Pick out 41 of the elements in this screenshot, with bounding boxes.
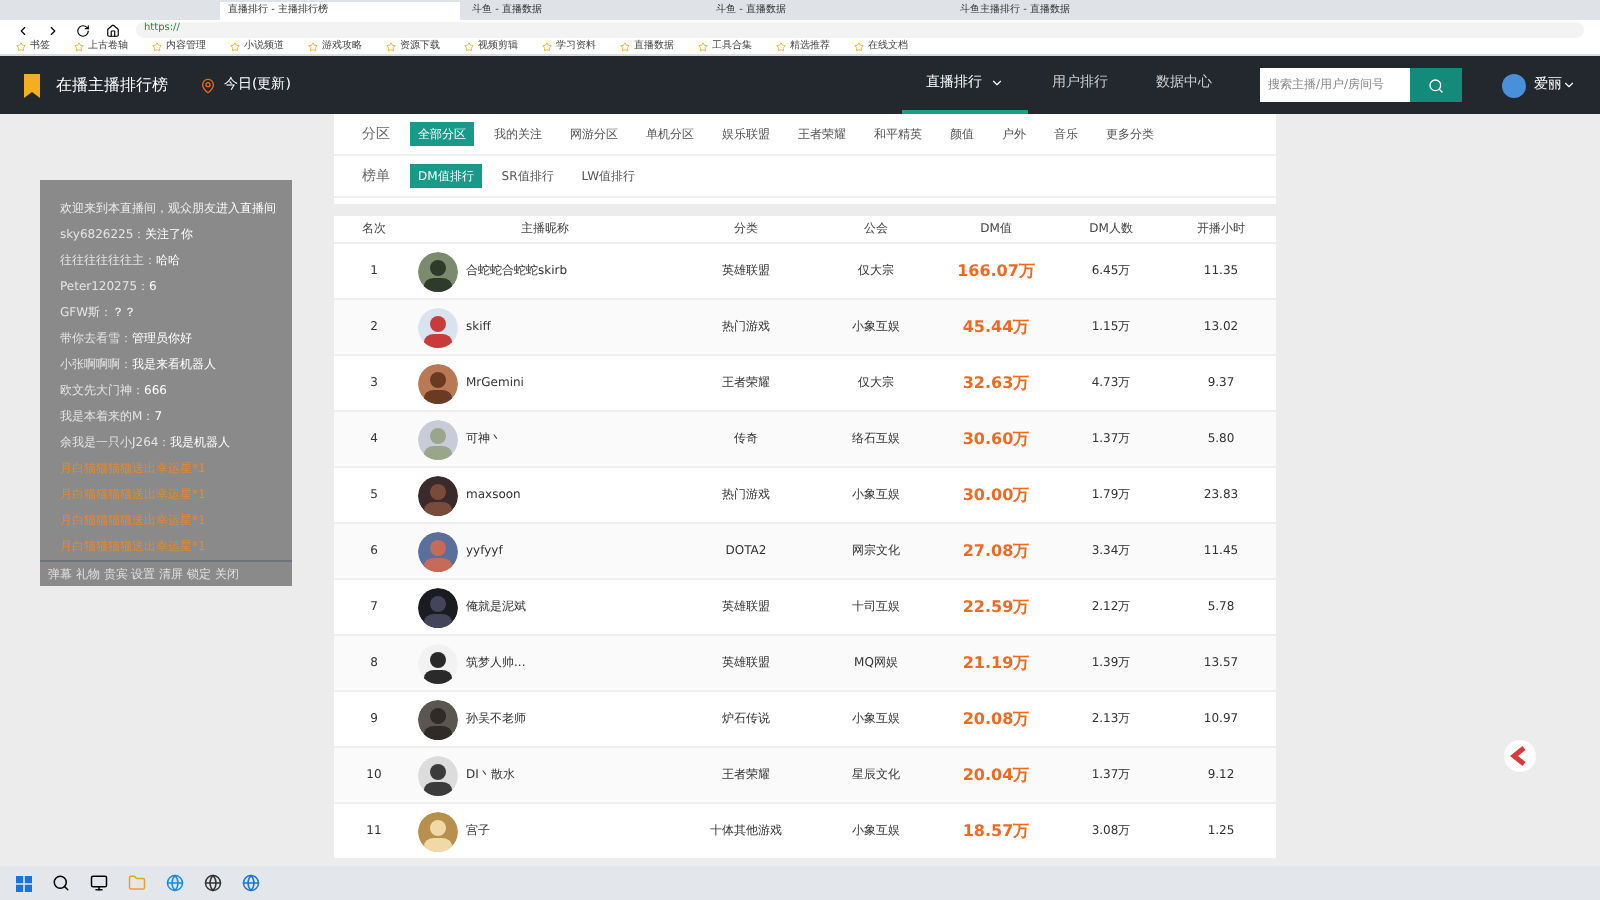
star-icon (776, 42, 786, 52)
dm-value: 18.57万 (962, 819, 1030, 843)
avatar[interactable] (1502, 73, 1526, 97)
dm-value: 45.44万 (962, 315, 1030, 339)
search-icon[interactable] (52, 874, 70, 892)
globe-icon[interactable] (204, 874, 222, 892)
dm-value: 166.07万 (957, 259, 1035, 283)
dm-value: 30.00万 (962, 483, 1030, 507)
star-icon (16, 42, 26, 52)
star-icon (74, 42, 84, 52)
dm-value: 27.08万 (962, 539, 1030, 563)
search-button[interactable] (1410, 68, 1462, 102)
star-icon (542, 42, 552, 52)
browser-icon[interactable] (166, 874, 184, 892)
dm-value: 30.60万 (962, 427, 1030, 451)
dm-value: 32.63万 (962, 371, 1030, 395)
site-title: 在播主播排行榜 (56, 73, 168, 97)
dm-value: 20.04万 (962, 763, 1030, 787)
star-icon (386, 42, 396, 52)
star-icon (620, 42, 630, 52)
back-icon[interactable] (16, 23, 30, 37)
caret-icon (1562, 78, 1576, 92)
home-icon[interactable] (106, 23, 120, 37)
app-logo-icon[interactable] (1504, 740, 1536, 772)
star-icon (854, 42, 864, 52)
star-icon (464, 42, 474, 52)
logo-icon (24, 73, 40, 97)
star-icon (152, 42, 162, 52)
browser-icon[interactable] (242, 874, 260, 892)
forward-icon[interactable] (46, 23, 60, 37)
dm-value: 20.08万 (962, 707, 1030, 731)
star-icon (308, 42, 318, 52)
search-icon (1428, 77, 1444, 93)
task-view-icon[interactable] (90, 874, 108, 892)
location-icon (200, 77, 216, 93)
dm-value: 22.59万 (962, 595, 1030, 619)
star-icon (230, 42, 240, 52)
start-icon[interactable] (16, 875, 32, 891)
star-icon (698, 42, 708, 52)
dm-value: 21.19万 (962, 651, 1030, 675)
reload-icon[interactable] (76, 23, 90, 37)
